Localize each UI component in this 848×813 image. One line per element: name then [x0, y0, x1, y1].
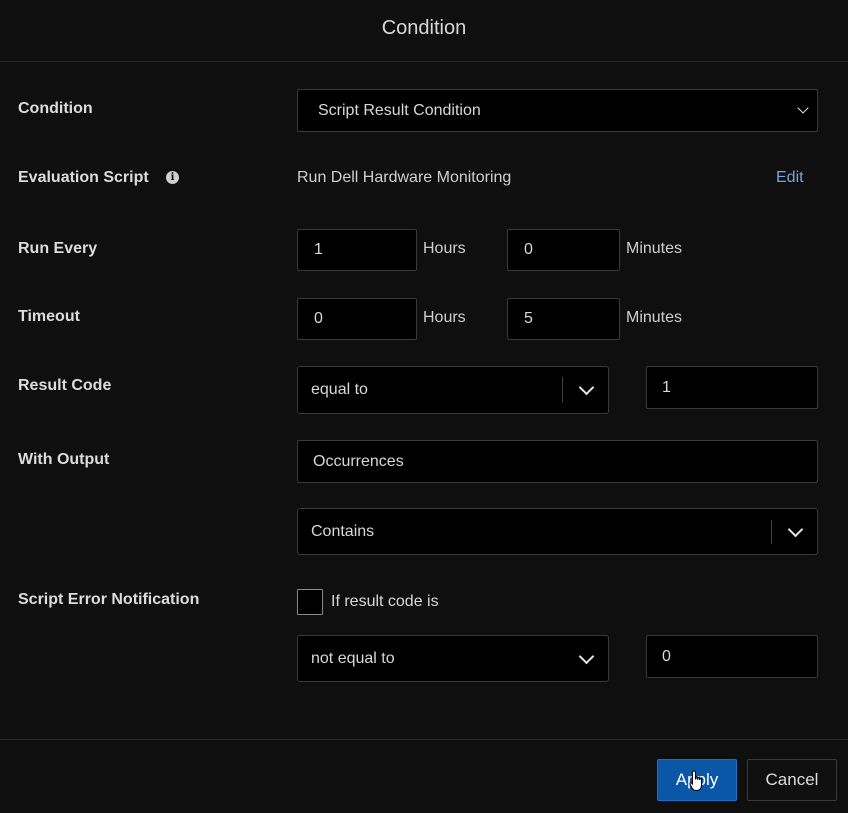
cancel-button[interactable]: Cancel: [747, 759, 837, 801]
timeout-hours-value: 0: [314, 310, 323, 327]
condition-label: Condition: [18, 100, 93, 117]
select-separator: [562, 377, 563, 403]
run-every-minutes-unit: Minutes: [626, 240, 683, 257]
evaluation-script-label: Evaluation Script: [18, 169, 149, 186]
timeout-hours-input[interactable]: 0: [297, 298, 417, 340]
condition-select-value: Script Result Condition: [318, 101, 481, 119]
run-every-minutes-value: 0: [524, 241, 533, 258]
timeout-minutes-unit: Minutes: [626, 309, 683, 326]
run-every-hours-unit: Hours: [423, 240, 466, 257]
chevron-down-icon: [787, 521, 804, 538]
dialog-title: Condition: [381, 17, 467, 39]
with-output-match-value: Contains: [311, 522, 375, 540]
result-code-value: 1: [662, 378, 671, 396]
result-code-value-input[interactable]: 1: [646, 366, 818, 409]
run-every-hours-value: 1: [314, 241, 323, 258]
chevron-down-icon: [578, 648, 595, 665]
timeout-minutes-input[interactable]: 5: [507, 298, 620, 340]
script-error-label: Script Error Notification: [18, 591, 200, 608]
dialog-header: Condition: [0, 0, 848, 62]
info-icon[interactable]: i: [166, 171, 179, 184]
select-separator: [771, 520, 772, 544]
hand-cursor-icon: [689, 770, 702, 791]
result-code-operator-select[interactable]: equal to: [297, 366, 609, 414]
footer-divider: [0, 739, 848, 740]
result-code-label: Result Code: [18, 377, 112, 394]
script-error-operator-select[interactable]: not equal to: [297, 635, 609, 682]
result-code-operator-value: equal to: [311, 381, 368, 398]
run-every-minutes-input[interactable]: 0: [507, 229, 620, 271]
chevron-down-icon: [797, 102, 809, 114]
edit-script-link[interactable]: Edit: [776, 169, 804, 187]
script-error-value: 0: [662, 647, 671, 665]
condition-select[interactable]: Script Result Condition: [297, 89, 818, 132]
script-error-checkbox[interactable]: [297, 589, 323, 615]
evaluation-script-value: Run Dell Hardware Monitoring: [297, 169, 512, 186]
script-error-value-input[interactable]: 0: [646, 635, 818, 678]
timeout-label: Timeout: [18, 308, 80, 325]
with-output-value: Occurrences: [313, 452, 404, 470]
script-error-checkbox-label[interactable]: If result code is: [331, 593, 439, 611]
run-every-label: Run Every: [18, 240, 98, 257]
with-output-label: With Output: [18, 451, 110, 468]
run-every-hours-input[interactable]: 1: [297, 229, 417, 271]
timeout-minutes-value: 5: [524, 310, 533, 327]
with-output-match-select[interactable]: Contains: [297, 508, 818, 555]
script-error-operator-value: not equal to: [311, 649, 395, 667]
chevron-down-icon: [578, 379, 595, 396]
timeout-hours-unit: Hours: [423, 309, 466, 326]
with-output-input[interactable]: Occurrences: [297, 440, 818, 483]
